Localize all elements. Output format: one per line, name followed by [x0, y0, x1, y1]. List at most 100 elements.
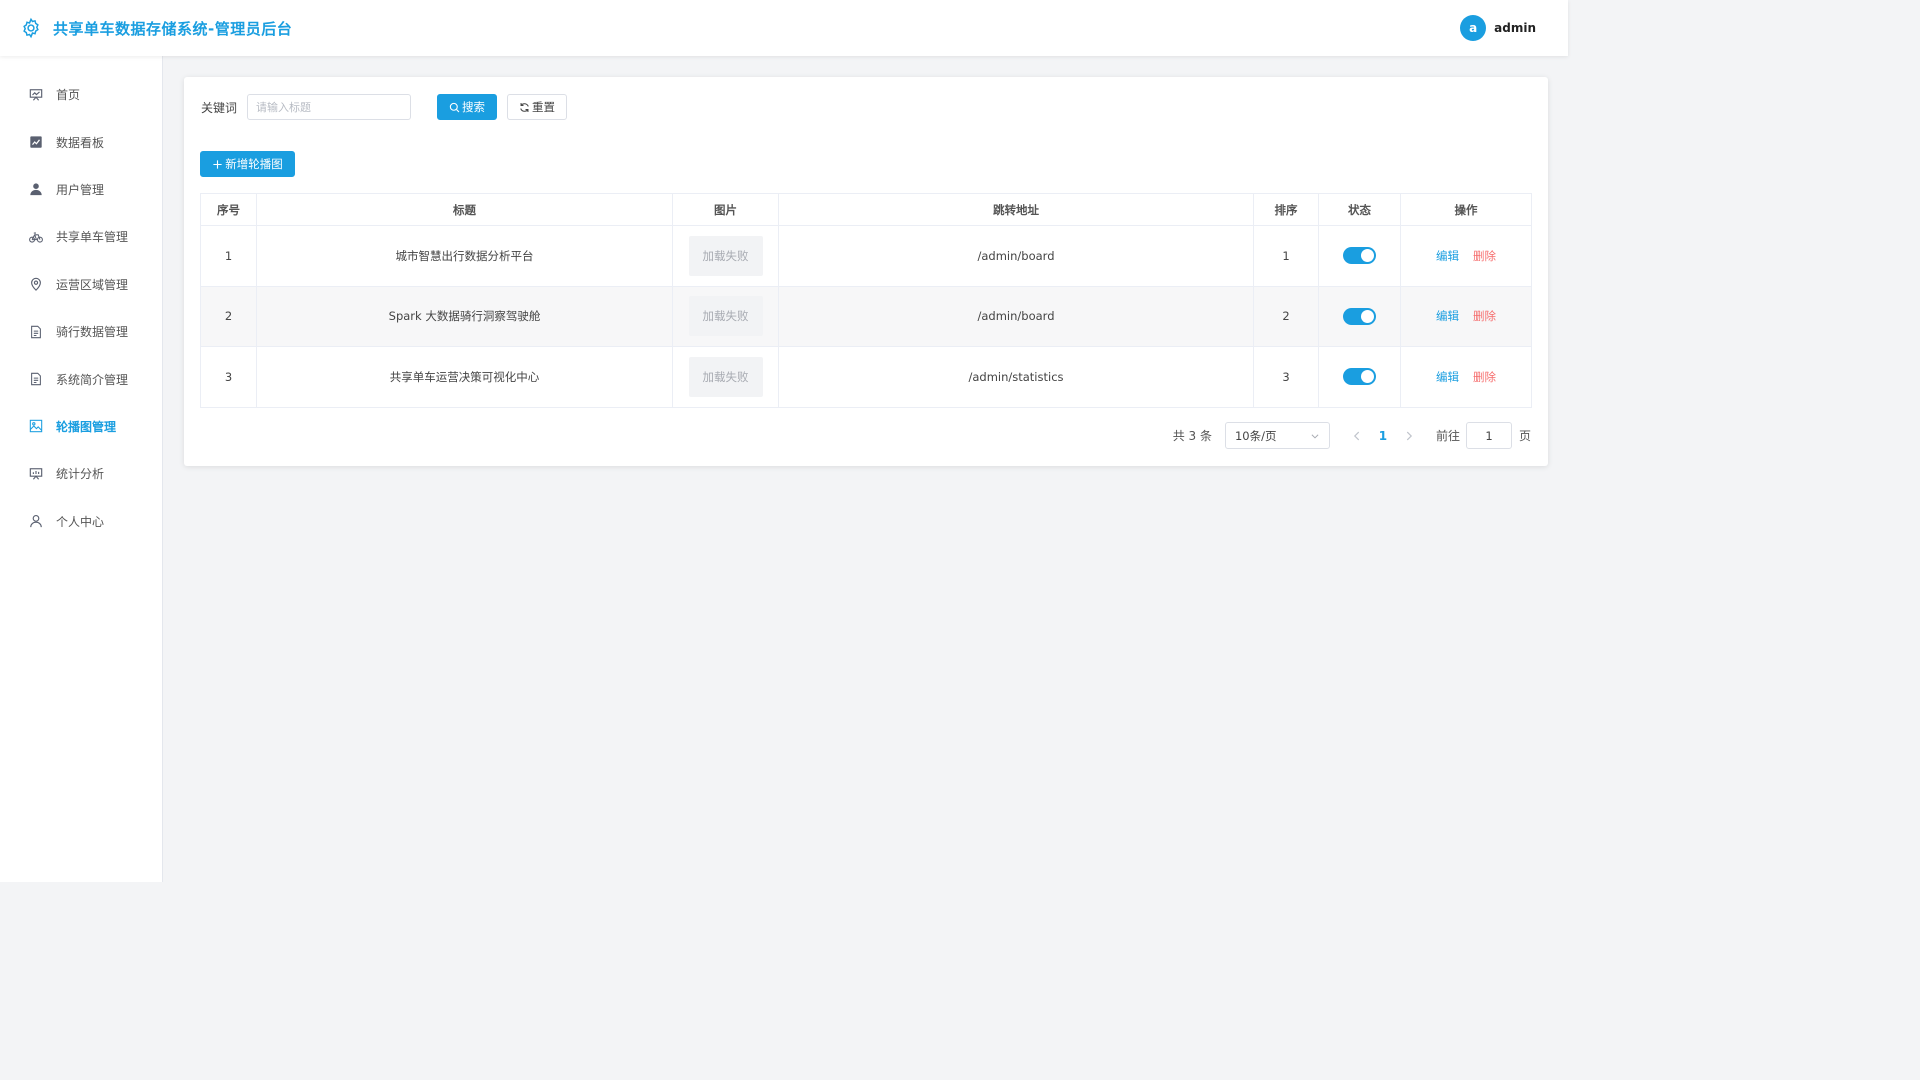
column-header-image: 图片: [672, 193, 779, 226]
page-suffix: 页: [1518, 429, 1531, 443]
sidebar-item-label: 运营区域管理: [56, 277, 129, 292]
sidebar: 首页 数据看板 用户管理 共享单车管理 运营区域管理 骑行数据管理 系统简介管理…: [0, 56, 163, 882]
username[interactable]: admin: [1494, 21, 1536, 35]
sidebar-item-label: 统计分析: [56, 467, 105, 482]
keyword-input[interactable]: [247, 94, 412, 120]
sidebar-item-label: 骑行数据管理: [56, 325, 129, 340]
sidebar-item-label: 数据看板: [56, 135, 105, 150]
refresh-icon: [519, 102, 530, 113]
pagination: 共 3 条 10条/页 1 前往 页: [1173, 422, 1531, 449]
add-carousel-button[interactable]: 新增轮播图: [200, 151, 295, 177]
top-header: 共享单车数据存储系统-管理员后台 a admin: [0, 0, 1568, 56]
reset-button-label: 重置: [532, 100, 556, 114]
cell-url: /admin/statistics: [778, 346, 1254, 408]
cell-image: 加载失败: [672, 225, 779, 287]
chevron-down-icon: [1310, 431, 1320, 441]
column-header-actions: 操作: [1400, 193, 1532, 226]
reset-button[interactable]: 重置: [507, 94, 568, 120]
sidebar-item-label: 共享单车管理: [56, 230, 129, 245]
add-button-label: 新增轮播图: [225, 157, 283, 171]
cell-actions: 编辑 删除: [1400, 225, 1532, 287]
cell-actions: 编辑 删除: [1400, 346, 1532, 408]
cell-image: 加载失败: [672, 346, 779, 408]
column-header-index: 序号: [200, 193, 257, 226]
app-title: 共享单车数据存储系统-管理员后台: [53, 19, 293, 38]
user-icon: [29, 182, 43, 196]
cell-sort: 3: [1253, 346, 1319, 408]
sidebar-item-label: 轮播图管理: [56, 419, 117, 434]
table-row: 3 共享单车运营决策可视化中心 加载失败 /admin/statistics 3…: [200, 346, 1532, 408]
sidebar-item-dashboard[interactable]: 数据看板: [0, 118, 162, 165]
image-load-failed: 加载失败: [688, 235, 763, 276]
presentation-icon: [29, 467, 43, 481]
sidebar-item-users[interactable]: 用户管理: [0, 166, 162, 213]
sidebar-item-bikes[interactable]: 共享单车管理: [0, 213, 162, 260]
edit-link[interactable]: 编辑: [1436, 370, 1459, 384]
image-load-failed: 加载失败: [688, 356, 763, 397]
sidebar-item-label: 个人中心: [56, 514, 105, 529]
cell-index: 3: [200, 346, 257, 408]
column-header-title: 标题: [256, 193, 673, 226]
cell-sort: 2: [1253, 285, 1319, 347]
cell-title: 共享单车运营决策可视化中心: [256, 346, 673, 408]
status-toggle[interactable]: [1343, 247, 1376, 265]
table-header-row: 序号 标题 图片 跳转地址 排序 状态 操作: [200, 193, 1532, 226]
cell-url: /admin/board: [778, 285, 1254, 347]
next-page-button[interactable]: [1402, 429, 1416, 443]
cell-actions: 编辑 删除: [1400, 285, 1532, 347]
cell-title: Spark 大数据骑行洞察驾驶舱: [256, 285, 673, 347]
sidebar-item-rides[interactable]: 骑行数据管理: [0, 308, 162, 355]
delete-link[interactable]: 删除: [1473, 370, 1496, 384]
image-icon: [29, 419, 43, 433]
search-icon: [449, 102, 460, 113]
carousel-table: 序号 标题 图片 跳转地址 排序 状态 操作 1 城市智慧出行数据分析平台 加载…: [200, 193, 1532, 408]
cell-url: /admin/board: [778, 225, 1254, 287]
search-bar: 关键词 搜索 重置: [201, 94, 568, 120]
goto-label: 前往: [1435, 429, 1460, 443]
edit-link[interactable]: 编辑: [1436, 249, 1459, 263]
location-icon: [29, 277, 43, 292]
cell-index: 1: [200, 225, 257, 287]
cell-status: [1318, 225, 1401, 287]
gear-icon: [20, 17, 42, 39]
sidebar-item-label: 首页: [56, 88, 81, 103]
document-icon: [29, 325, 43, 339]
sidebar-item-regions[interactable]: 运营区域管理: [0, 261, 162, 308]
delete-link[interactable]: 删除: [1473, 309, 1496, 323]
sidebar-item-statistics[interactable]: 统计分析: [0, 450, 162, 497]
page-number-current[interactable]: 1: [1370, 429, 1396, 443]
page-size-select[interactable]: 10条/页: [1224, 422, 1330, 449]
table-row: 1 城市智慧出行数据分析平台 加载失败 /admin/board 1 编辑 删除: [200, 225, 1532, 287]
search-button-label: 搜索: [462, 100, 486, 114]
document-icon: [29, 372, 43, 386]
plus-icon: [212, 159, 223, 170]
status-toggle[interactable]: [1343, 307, 1376, 325]
pagination-total: 共 3 条: [1172, 429, 1212, 443]
search-button[interactable]: 搜索: [437, 94, 498, 120]
chart-icon: [29, 135, 43, 149]
prev-page-button[interactable]: [1350, 429, 1364, 443]
presentation-icon: [29, 88, 43, 102]
status-toggle[interactable]: [1343, 368, 1376, 386]
column-header-sort: 排序: [1253, 193, 1319, 226]
edit-link[interactable]: 编辑: [1436, 309, 1459, 323]
delete-link[interactable]: 删除: [1473, 249, 1496, 263]
user-outline-icon: [29, 514, 43, 528]
user-menu[interactable]: a admin: [1460, 15, 1548, 41]
cell-status: [1318, 285, 1401, 347]
page-size-value: 10条/页: [1234, 428, 1277, 443]
cell-index: 2: [200, 285, 257, 347]
cell-sort: 1: [1253, 225, 1319, 287]
column-header-url: 跳转地址: [778, 193, 1254, 226]
sidebar-item-carousel[interactable]: 轮播图管理: [0, 403, 162, 450]
avatar[interactable]: a: [1460, 15, 1487, 41]
goto-page-input[interactable]: [1465, 422, 1512, 449]
sidebar-item-home[interactable]: 首页: [0, 71, 162, 118]
sidebar-item-intro[interactable]: 系统简介管理: [0, 355, 162, 402]
cell-status: [1318, 346, 1401, 408]
sidebar-item-profile[interactable]: 个人中心: [0, 498, 162, 545]
keyword-label: 关键词: [201, 100, 238, 115]
content-card: 关键词 搜索 重置 新增轮播图 序号: [184, 77, 1548, 466]
image-load-failed: 加载失败: [688, 296, 763, 337]
cell-title: 城市智慧出行数据分析平台: [256, 225, 673, 287]
